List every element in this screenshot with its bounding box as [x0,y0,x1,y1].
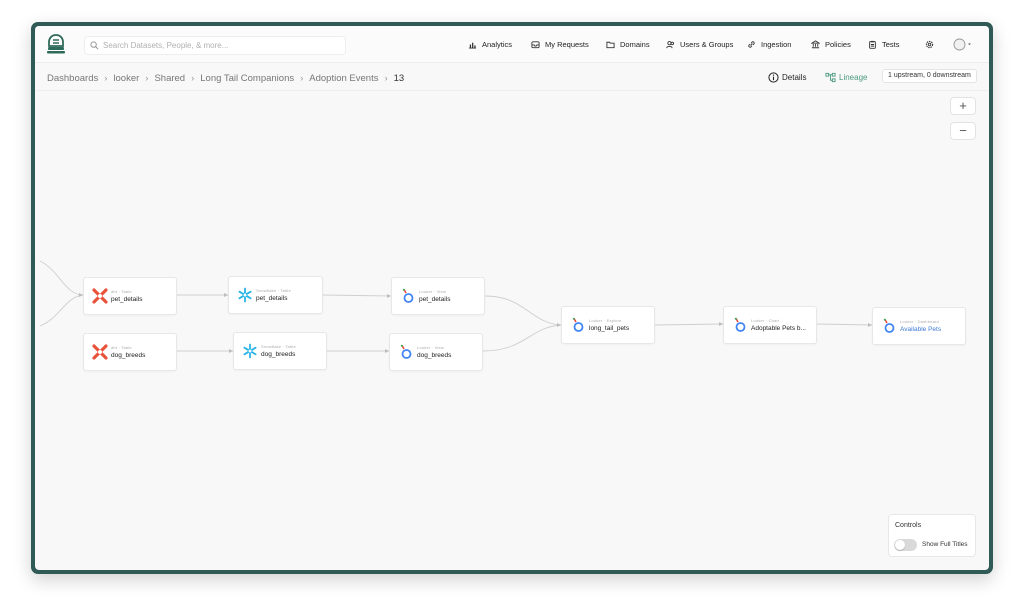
looker-icon [883,318,895,333]
controls-title: Controls [895,522,922,529]
window-frame: Search Datasets, People, & more... Analy… [31,22,993,574]
node-platform: dbt · Table [111,289,132,294]
edge [484,295,562,326]
node-title: pet_details [256,295,288,302]
zoom-in-button[interactable]: + [950,97,976,115]
edge [654,323,724,326]
looker-icon [402,288,414,303]
lineage-node-dbt-dog-breeds[interactable]: dbt · Table dog_breeds [83,333,177,371]
edge [482,324,562,352]
node-title: long_tail_pets [589,325,630,332]
node-title: dog_breeds [417,352,452,359]
node-platform: Looker · Explore [589,318,622,323]
toggle-knob [895,540,905,550]
show-full-titles-label: Show Full Titles [922,541,968,548]
lineage-node-looker-long-tail-pets[interactable]: Looker · Explore long_tail_pets [561,306,655,344]
snowflake-icon [243,343,257,359]
lineage-node-looker-dog-breeds[interactable]: Looker · View dog_breeds [389,333,483,371]
lineage-node-snowflake-dog-breeds[interactable]: Snowflake · Table dog_breeds [233,332,327,370]
edge [322,294,392,297]
snowflake-icon [238,287,252,303]
dbt-icon [92,344,108,360]
node-title: pet_details [111,296,143,303]
looker-icon [400,344,412,359]
edge [39,260,84,296]
edge [39,294,84,327]
node-title: dog_breeds [111,352,146,359]
node-title: pet_details [419,296,451,303]
node-platform: Snowflake · Table [261,344,296,349]
lineage-node-snowflake-pet-details[interactable]: Snowflake · Table pet_details [228,276,323,314]
node-platform: Snowflake · Table [256,288,291,293]
show-full-titles-toggle[interactable] [894,539,917,551]
node-title: dog_breeds [261,351,296,358]
edge [816,323,873,326]
node-platform: dbt · Table [111,345,132,350]
lineage-edges [39,260,873,353]
zoom-out-button[interactable]: − [950,122,976,140]
lineage-node-looker-available-pets[interactable]: Looker · Dashboard Available Pets [872,307,966,345]
app-window: Search Datasets, People, & more... Analy… [35,26,989,570]
controls-panel: Controls Show Full Titles [888,514,976,557]
looker-icon [734,317,746,332]
dbt-icon [92,288,108,304]
lineage-node-dbt-pet-details[interactable]: dbt · Table pet_details [83,277,177,315]
node-platform: Looker · Dashboard [900,319,939,324]
node-platform: Looker · View [417,345,444,350]
node-platform: Looker · View [419,289,446,294]
node-title: Adoptable Pets b... [751,325,806,332]
node-title: Available Pets [900,326,942,333]
lineage-node-looker-pet-details[interactable]: Looker · View pet_details [391,277,485,315]
lineage-node-looker-adoptable-pets[interactable]: Looker · Chart Adoptable Pets b... [723,306,817,344]
node-platform: Looker · Chart [751,318,780,323]
looker-icon [572,317,584,332]
